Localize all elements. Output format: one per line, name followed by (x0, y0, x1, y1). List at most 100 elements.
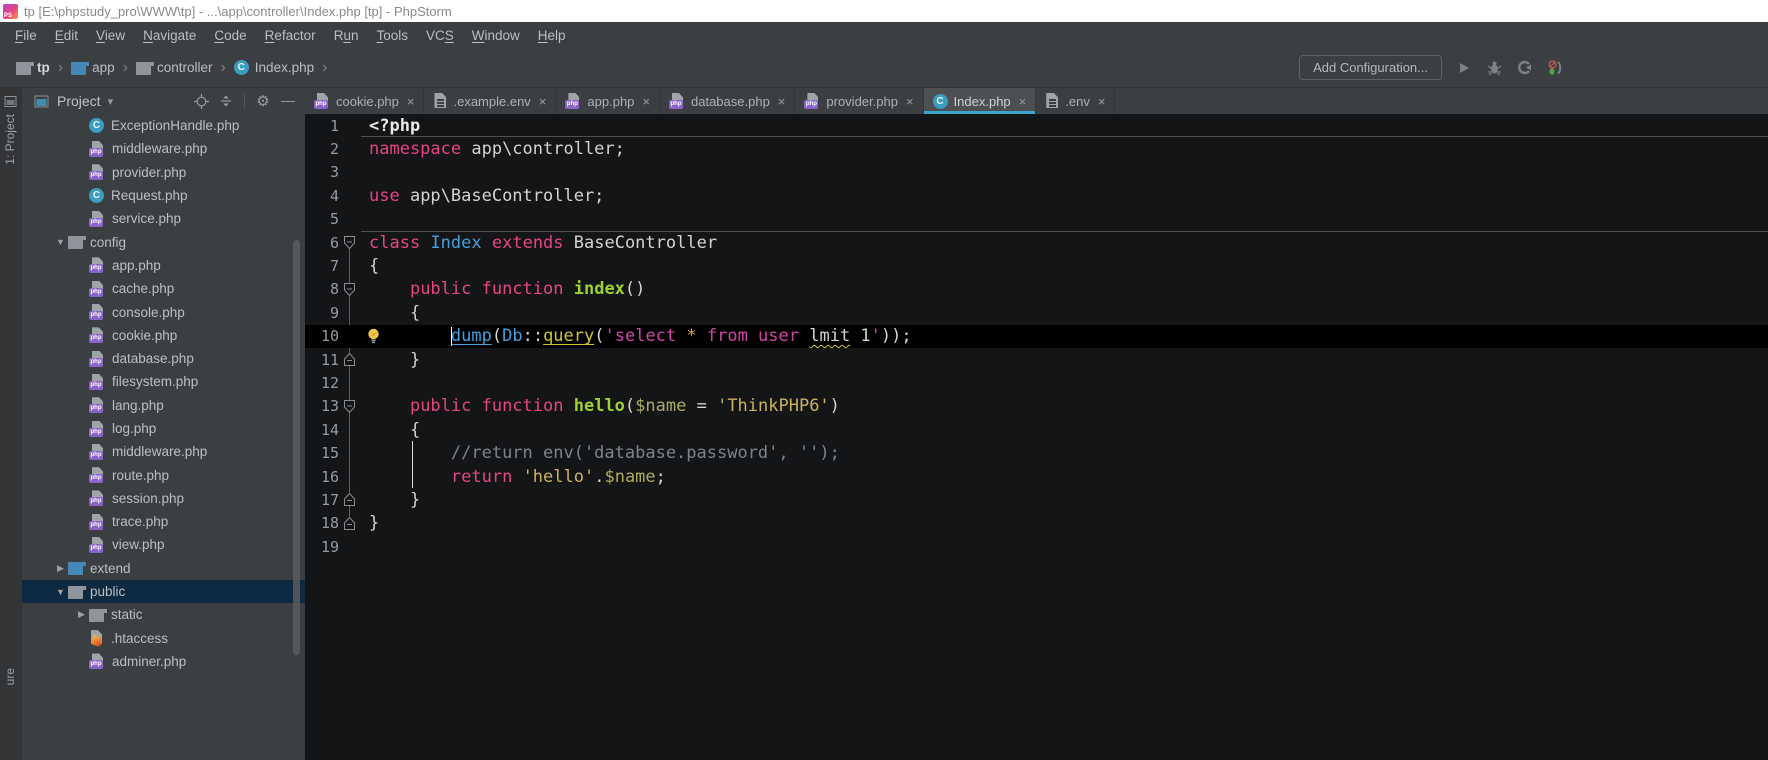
phone-debug-listener-icon[interactable] (1546, 60, 1562, 76)
code-line-6[interactable]: 6 class Index extends BaseController (305, 231, 1768, 254)
tab-close-icon[interactable]: × (778, 94, 786, 109)
tree-item-app-php[interactable]: phpapp.php (22, 254, 305, 277)
code-line-2[interactable]: 2 namespace app\controller; (305, 137, 1768, 160)
code-line-3[interactable]: 3 (305, 161, 1768, 184)
tab-provider-php[interactable]: phpprovider.php× (795, 88, 923, 114)
line-number[interactable]: 1 (305, 117, 339, 135)
select-opened-file-icon[interactable] (192, 92, 210, 110)
line-number[interactable]: 9 (305, 304, 339, 322)
code-text[interactable] (361, 371, 369, 394)
tab-close-icon[interactable]: × (539, 94, 547, 109)
menu-vcs[interactable]: VCS (417, 28, 463, 43)
code-text[interactable]: //return env('database.password', ''); (361, 441, 840, 464)
menu-run[interactable]: Run (325, 28, 368, 43)
debug-icon[interactable] (1486, 60, 1502, 76)
collapsed-arrow-icon[interactable]: ▶ (53, 563, 68, 574)
line-number[interactable]: 2 (305, 140, 339, 158)
code-line-4[interactable]: 4use app\BaseController; (305, 184, 1768, 207)
tree-item-adminer-php[interactable]: phpadminer.php (22, 650, 305, 673)
tab--example-env[interactable]: .example.env× (424, 88, 556, 114)
expanded-arrow-icon[interactable]: ▼ (53, 237, 68, 247)
line-number[interactable]: 6 (305, 234, 339, 252)
menu-code[interactable]: Code (205, 28, 255, 43)
code-line-7[interactable]: 7{ (305, 254, 1768, 277)
line-number[interactable]: 7 (305, 257, 339, 275)
code-text[interactable]: namespace app\controller; (361, 137, 625, 160)
code-text[interactable]: dump(Db::query('select * from user lmit … (361, 325, 912, 348)
tree-item-config[interactable]: ▼config (22, 230, 305, 253)
tree-item-service-php[interactable]: phpservice.php (22, 207, 305, 230)
code-line-13[interactable]: 13 public function hello($name = 'ThinkP… (305, 395, 1768, 418)
run-icon[interactable] (1456, 60, 1472, 76)
code-text[interactable] (361, 161, 369, 184)
line-number[interactable]: 10 (305, 327, 339, 345)
intention-bulb-icon[interactable] (367, 328, 380, 350)
tree-item-lang-php[interactable]: phplang.php (22, 394, 305, 417)
line-number[interactable]: 18 (305, 514, 339, 532)
hide-panel-icon[interactable]: — (279, 92, 301, 111)
menu-file[interactable]: File (6, 28, 46, 43)
tree-item-filesystem-php[interactable]: phpfilesystem.php (22, 370, 305, 393)
breadcrumb-controller[interactable]: controller (132, 58, 217, 77)
code-text[interactable]: { (361, 418, 420, 441)
fold-marker-icon[interactable] (339, 348, 361, 371)
project-scrollbar[interactable] (293, 240, 300, 655)
add-configuration-button[interactable]: Add Configuration... (1299, 55, 1442, 80)
tab-database-php[interactable]: phpdatabase.php× (660, 88, 795, 114)
code-line-9[interactable]: 9 { (305, 301, 1768, 324)
tree-item-route-php[interactable]: phproute.php (22, 463, 305, 486)
code-text[interactable]: { (361, 254, 379, 277)
tree-item-cache-php[interactable]: phpcache.php (22, 277, 305, 300)
tab-close-icon[interactable]: × (906, 94, 914, 109)
line-number[interactable]: 17 (305, 491, 339, 509)
breadcrumb-tp[interactable]: tp (12, 58, 54, 77)
expanded-arrow-icon[interactable]: ▼ (53, 587, 68, 597)
tab--env[interactable]: .env× (1036, 88, 1115, 114)
code-text[interactable]: { (361, 301, 420, 324)
tree-item-middleware-php[interactable]: phpmiddleware.php (22, 440, 305, 463)
line-number[interactable]: 5 (305, 210, 339, 228)
structure-tool-button[interactable]: ure (3, 668, 17, 685)
tree-item-middleware-php[interactable]: phpmiddleware.php (22, 137, 305, 160)
breadcrumb-app[interactable]: app (67, 58, 119, 77)
tree-item-database-php[interactable]: phpdatabase.php (22, 347, 305, 370)
code-text[interactable]: } (361, 488, 420, 511)
chevron-down-icon[interactable]: ▾ (108, 95, 114, 108)
code-editor[interactable]: 1 <?php 2 namespace app\controller;34use ap… (305, 114, 1768, 760)
menu-refactor[interactable]: Refactor (256, 28, 325, 43)
tree-item-view-php[interactable]: phpview.php (22, 533, 305, 556)
tree-item-console-php[interactable]: phpconsole.php (22, 300, 305, 323)
tab-close-icon[interactable]: × (1019, 94, 1027, 109)
menu-window[interactable]: Window (463, 28, 529, 43)
line-number[interactable]: 15 (305, 444, 339, 462)
tab-index-php[interactable]: CIndex.php× (924, 88, 1037, 114)
fold-marker-icon[interactable] (339, 231, 361, 254)
fold-marker-icon[interactable] (339, 278, 361, 301)
code-line-5[interactable]: 5 (305, 208, 1768, 231)
line-number[interactable]: 12 (305, 374, 339, 392)
tree-item-public[interactable]: ▼public (22, 580, 305, 603)
line-number[interactable]: 4 (305, 187, 339, 205)
fold-marker-icon[interactable] (339, 395, 361, 418)
code-text[interactable] (361, 535, 369, 558)
tree-item-cookie-php[interactable]: phpcookie.php (22, 324, 305, 347)
coverage-icon[interactable] (1516, 60, 1532, 76)
line-number[interactable]: 19 (305, 538, 339, 556)
tab-close-icon[interactable]: × (1098, 94, 1106, 109)
menu-navigate[interactable]: Navigate (134, 28, 205, 43)
code-text[interactable]: <?php (361, 114, 420, 137)
fold-marker-icon[interactable] (339, 512, 361, 535)
tree-item-exceptionhandle-php[interactable]: CExceptionHandle.php (22, 114, 305, 137)
tree-item-extend[interactable]: ▶extend (22, 557, 305, 580)
code-text[interactable]: public function hello($name = 'ThinkPHP6… (361, 395, 840, 418)
code-text[interactable]: class Index extends BaseController (361, 231, 717, 254)
tree-item-log-php[interactable]: phplog.php (22, 417, 305, 440)
code-text[interactable]: } (361, 512, 379, 535)
settings-icon[interactable]: ⚙ (254, 92, 272, 110)
menu-view[interactable]: View (87, 28, 134, 43)
code-line-8[interactable]: 8 public function index() (305, 278, 1768, 301)
menu-tools[interactable]: Tools (367, 28, 417, 43)
code-line-11[interactable]: 11 } (305, 348, 1768, 371)
tab-app-php[interactable]: phpapp.php× (556, 88, 660, 114)
code-line-19[interactable]: 19 (305, 535, 1768, 558)
